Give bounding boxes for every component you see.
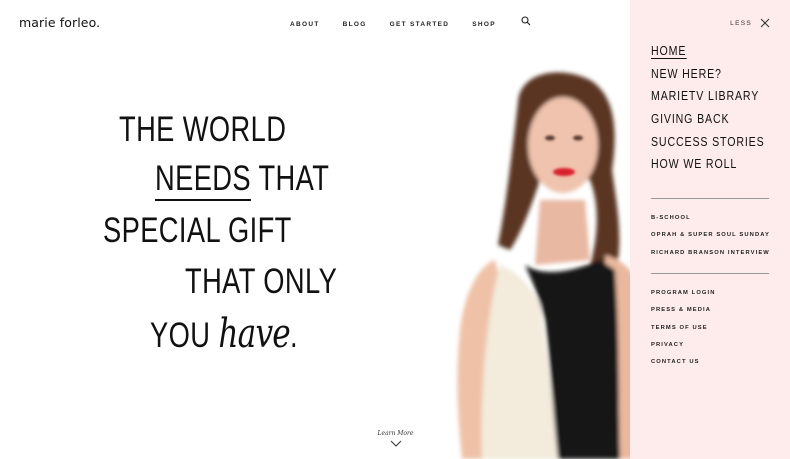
nav-shop[interactable]: SHOP bbox=[472, 21, 496, 28]
hero-headline: THE WORLD NEEDS THAT SPECIAL GIFT THAT O… bbox=[0, 0, 460, 459]
close-icon bbox=[760, 18, 770, 28]
headline-line-2-rest: THAT bbox=[251, 159, 330, 198]
learn-more-link[interactable]: Learn More bbox=[373, 430, 418, 447]
menu-item-home[interactable]: HOME bbox=[651, 44, 765, 59]
menu-divider bbox=[651, 198, 769, 199]
menu-item-new-here[interactable]: NEW HERE? bbox=[651, 67, 765, 81]
link-press-media[interactable]: PRESS & MEDIA bbox=[651, 307, 716, 313]
headline-period: . bbox=[289, 316, 298, 355]
menu-item-success-stories[interactable]: SUCCESS STORIES bbox=[651, 135, 765, 149]
headline-script-word: have bbox=[218, 311, 290, 357]
menu-item-marietv-library[interactable]: MARIETV LIBRARY bbox=[651, 89, 765, 103]
link-privacy[interactable]: PRIVACY bbox=[651, 342, 716, 348]
featured-links: B-SCHOOL OPRAH & SUPER SOUL SUNDAY RICHA… bbox=[651, 215, 770, 267]
link-b-school[interactable]: B-SCHOOL bbox=[651, 215, 770, 221]
headline-line-4: THAT ONLY bbox=[185, 262, 338, 301]
headline-line-5: YOU have. bbox=[150, 314, 298, 354]
link-terms-of-use[interactable]: TERMS OF USE bbox=[651, 325, 716, 331]
link-contact-us[interactable]: CONTACT US bbox=[651, 359, 716, 365]
learn-more-label: Learn More bbox=[377, 430, 414, 437]
headline-you: YOU bbox=[150, 316, 211, 355]
hero-person-photo bbox=[457, 72, 640, 459]
footer-links: PROGRAM LOGIN PRESS & MEDIA TERMS OF USE… bbox=[651, 290, 716, 376]
link-richard-branson-interview[interactable]: RICHARD BRANSON INTERVIEW bbox=[651, 250, 770, 256]
headline-line-2: NEEDS THAT bbox=[155, 159, 330, 201]
headline-line-1: THE WORLD bbox=[119, 110, 287, 149]
menu-item-label: HOME bbox=[651, 44, 687, 59]
close-menu-button[interactable]: LESS bbox=[730, 18, 770, 28]
headline-underlined-word: NEEDS bbox=[155, 159, 252, 201]
close-menu-label: LESS bbox=[730, 19, 752, 27]
menu-divider bbox=[651, 273, 769, 274]
menu-item-giving-back[interactable]: GIVING BACK bbox=[651, 112, 765, 126]
link-program-login[interactable]: PROGRAM LOGIN bbox=[651, 290, 716, 296]
chevron-down-icon bbox=[390, 440, 401, 447]
side-menu-panel: LESS HOME NEW HERE? MARIETV LIBRARY GIVI… bbox=[630, 0, 790, 459]
side-main-menu: HOME NEW HERE? MARIETV LIBRARY GIVING BA… bbox=[651, 44, 785, 180]
headline-line-3: SPECIAL GIFT bbox=[103, 211, 292, 250]
search-icon[interactable] bbox=[521, 16, 531, 26]
menu-item-how-we-roll[interactable]: HOW WE ROLL bbox=[651, 157, 765, 171]
link-oprah-super-soul-sunday[interactable]: OPRAH & SUPER SOUL SUNDAY bbox=[651, 232, 770, 238]
